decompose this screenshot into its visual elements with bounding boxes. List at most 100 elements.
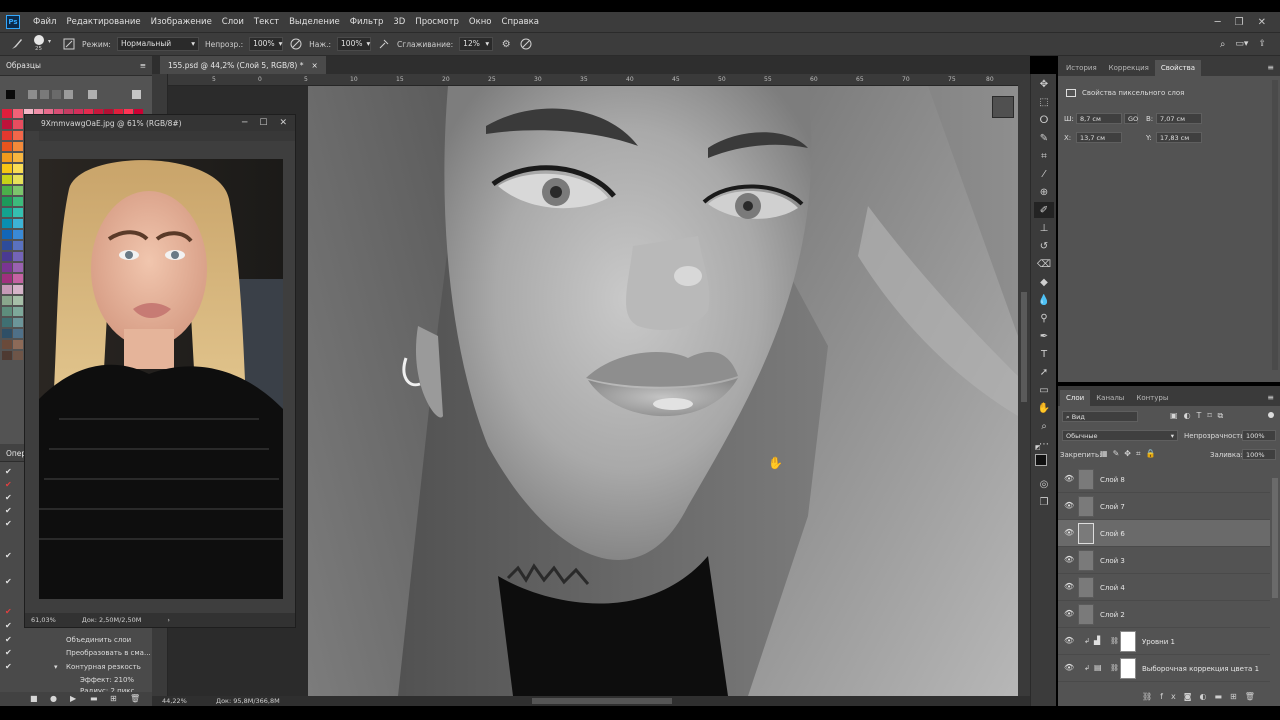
filter-smart-icon[interactable]: ⧉ (1218, 411, 1230, 420)
lock-position-icon[interactable]: ✥ (1124, 449, 1136, 458)
new-group-icon[interactable]: ▬ (1214, 692, 1230, 701)
tab-adjustments[interactable]: Коррекция (1103, 60, 1155, 76)
screen-mode-icon[interactable]: ❐ (1034, 494, 1054, 510)
panel-menu-icon[interactable]: ≡ (140, 61, 152, 70)
play-icon[interactable]: ▶ (70, 694, 76, 703)
layer-name[interactable]: Слой 3 (1100, 557, 1125, 565)
opacity-field[interactable]: 100% ▾ (249, 37, 284, 51)
floating-tool-button[interactable] (992, 96, 1014, 118)
fx-icon[interactable]: fx (1160, 692, 1184, 701)
type-tool-icon[interactable]: T (1034, 346, 1054, 362)
quick-mask-icon[interactable]: ◎ (1034, 476, 1054, 492)
mode-select[interactable]: Нормальный ▾ (116, 37, 199, 51)
eye-icon[interactable]: 👁 (1064, 663, 1074, 673)
close-icon[interactable]: × (311, 61, 317, 70)
paint-bucket-tool-icon[interactable]: ◆ (1034, 274, 1054, 290)
swatch[interactable] (2, 329, 12, 338)
dodge-tool-icon[interactable]: ⚲ (1034, 310, 1054, 326)
swatch[interactable] (2, 241, 12, 250)
link-layers-icon[interactable]: ⛓ (1142, 692, 1160, 701)
layer-row[interactable]: 👁 Слой 2 (1058, 601, 1270, 628)
workspace-icon[interactable]: ▭▾ (1235, 39, 1248, 49)
tab-layers[interactable]: Слои (1060, 390, 1091, 406)
swatch[interactable] (2, 131, 12, 140)
add-mask-icon[interactable]: ◙ (1184, 692, 1200, 701)
swatch[interactable] (13, 340, 23, 349)
minimize-icon[interactable]: ─ (1215, 17, 1221, 28)
clone-stamp-tool-icon[interactable]: ⊥ (1034, 220, 1054, 236)
restore-icon[interactable]: ❐ (1235, 17, 1244, 28)
pressure-opacity-icon[interactable] (289, 37, 303, 51)
menu-type[interactable]: Текст (249, 17, 284, 27)
menu-view[interactable]: Просмотр (410, 17, 464, 27)
layer-name[interactable]: Выборочная коррекция цвета 1 (1142, 665, 1259, 673)
layer-mask-thumbnail[interactable] (1120, 658, 1136, 679)
search-icon[interactable]: ⌕ (1220, 39, 1226, 50)
lasso-tool-icon[interactable]: ⵔ (1034, 112, 1054, 128)
swatch[interactable] (2, 120, 12, 129)
tab-channels[interactable]: Каналы (1090, 390, 1130, 406)
layer-opacity-field[interactable]: 100% (1242, 430, 1276, 441)
menu-layers[interactable]: Слои (217, 17, 249, 27)
swatch[interactable] (2, 230, 12, 239)
x-field[interactable]: 13,7 см (1076, 132, 1122, 143)
healing-tool-icon[interactable]: ⊕ (1034, 184, 1054, 200)
stop-icon[interactable]: ■ (30, 694, 38, 703)
minimize-icon[interactable]: ─ (242, 118, 247, 128)
eye-icon[interactable]: 👁 (1064, 582, 1074, 592)
menu-3d[interactable]: 3D (388, 17, 410, 27)
check-icon[interactable]: ✔ (5, 607, 12, 616)
list-item[interactable]: ✔ Объединить слои (0, 634, 152, 647)
horizontal-scrollbar-thumb[interactable] (532, 698, 672, 704)
brush-preset-picker[interactable]: 25 ▾ (30, 34, 56, 54)
fill-field[interactable]: 100% (1242, 449, 1276, 460)
tab-history[interactable]: История (1060, 60, 1103, 76)
layer-row[interactable]: 👁 Слой 8 (1058, 466, 1270, 493)
folder-icon[interactable]: ▬ (90, 694, 98, 703)
properties-scrollbar[interactable] (1272, 80, 1278, 370)
swatch[interactable] (2, 153, 12, 162)
filter-type-icon[interactable]: T (1197, 411, 1208, 420)
menu-select[interactable]: Выделение (284, 17, 345, 27)
check-icon[interactable]: ✔ (5, 551, 12, 560)
layer-row[interactable]: 👁 Слой 4 (1058, 574, 1270, 601)
check-icon[interactable]: ✔ (5, 519, 12, 528)
panel-menu-icon[interactable]: ≡ (1261, 59, 1280, 76)
adjustment-layer-row[interactable]: 👁 ↲ ▤ ⛓ Выборочная коррекция цвета 1 (1058, 655, 1270, 682)
swatch[interactable] (13, 230, 23, 239)
vertical-scrollbar[interactable] (1018, 74, 1030, 698)
swatch[interactable] (2, 274, 12, 283)
swatch[interactable] (13, 274, 23, 283)
document-tab[interactable]: 155.psd @ 44,2% (Слой 5, RGB/8) * × (160, 56, 326, 74)
swatch[interactable] (13, 241, 23, 250)
gray-swatch[interactable] (64, 90, 73, 99)
layer-name[interactable]: Слой 7 (1100, 503, 1125, 511)
maximize-icon[interactable]: ☐ (259, 118, 267, 128)
marquee-tool-icon[interactable]: ⬚ (1034, 94, 1054, 110)
panel-menu-icon[interactable]: ≡ (1261, 389, 1280, 406)
check-icon[interactable]: ✔ (5, 467, 12, 476)
filter-adjustment-icon[interactable]: ◐ (1184, 411, 1197, 420)
black-swatch[interactable] (6, 90, 15, 99)
gray-swatch[interactable] (40, 90, 49, 99)
blend-mode-select[interactable]: Обычные ▾ (1062, 430, 1178, 441)
swatch[interactable] (2, 197, 12, 206)
swatch[interactable] (2, 296, 12, 305)
swatch[interactable] (13, 186, 23, 195)
swatch[interactable] (2, 164, 12, 173)
swatch[interactable] (2, 219, 12, 228)
record-icon[interactable]: ● (50, 694, 57, 703)
layer-name[interactable]: Слой 4 (1100, 584, 1125, 592)
hand-tool-icon[interactable]: ✋ (1034, 400, 1054, 416)
lock-all-icon[interactable]: 🔒 (1145, 449, 1160, 458)
menu-edit[interactable]: Редактирование (61, 17, 145, 27)
eraser-tool-icon[interactable]: ⌫ (1034, 256, 1054, 272)
layer-row[interactable]: 👁 Слой 3 (1058, 547, 1270, 574)
pen-tool-icon[interactable]: ✒ (1034, 328, 1054, 344)
gray-swatch[interactable] (28, 90, 37, 99)
gray-swatch[interactable] (88, 90, 97, 99)
quick-select-tool-icon[interactable]: ✎ (1034, 130, 1054, 146)
history-brush-tool-icon[interactable]: ↺ (1034, 238, 1054, 254)
close-icon[interactable]: ✕ (1258, 17, 1266, 28)
swatch[interactable] (13, 329, 23, 338)
